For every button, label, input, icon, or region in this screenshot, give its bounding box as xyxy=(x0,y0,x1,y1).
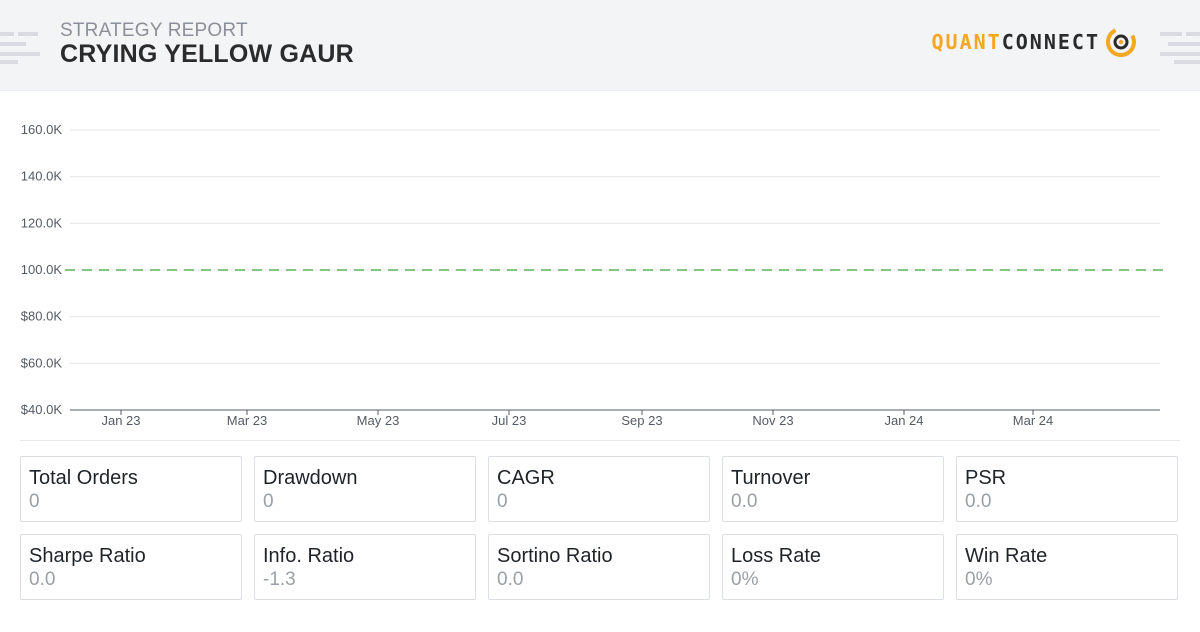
y-tick-label: $40.0K xyxy=(21,402,63,417)
metric-card: Win Rate 0% xyxy=(956,534,1178,600)
metric-card: Total Orders 0 xyxy=(20,456,242,522)
metric-label: Drawdown xyxy=(263,467,358,489)
y-tick-label: 140.0K xyxy=(21,169,63,184)
quantconnect-logo: QUANT CONNECT xyxy=(931,24,1138,60)
x-tick-label: Nov 23 xyxy=(752,413,793,428)
metric-label: Loss Rate xyxy=(731,545,822,567)
metric-value: 0 xyxy=(29,491,40,512)
x-tick-label: Jan 24 xyxy=(884,413,923,428)
metric-card: Info. Ratio -1.3 xyxy=(254,534,476,600)
metric-value: 0.0 xyxy=(965,491,992,512)
x-tick-label: Mar 24 xyxy=(1013,413,1053,428)
metric-label: Total Orders xyxy=(29,467,138,489)
x-tick-label: Jan 23 xyxy=(101,413,140,428)
metric-card: Sortino Ratio 0.0 xyxy=(488,534,710,600)
y-tick-label: 100.0K xyxy=(21,262,63,277)
metric-label: Sortino Ratio xyxy=(497,545,613,567)
metric-card: Turnover 0.0 xyxy=(722,456,944,522)
equity-chart: $40.0K $60.0K $80.0K 100.0K 120.0K 140.0K 160.… xyxy=(0,95,1200,440)
report-subtitle: STRATEGY REPORT xyxy=(60,20,248,41)
logo-text-connect: CONNECT xyxy=(1001,30,1100,54)
metric-value: 0% xyxy=(731,569,759,590)
x-tick-label: Mar 23 xyxy=(227,413,267,428)
section-divider xyxy=(20,440,1180,441)
x-tick-label: Sep 23 xyxy=(621,413,662,428)
metric-value: 0% xyxy=(965,569,993,590)
metric-label: Sharpe Ratio xyxy=(29,545,146,567)
y-tick-label: 160.0K xyxy=(21,122,63,137)
metric-value: 0.0 xyxy=(497,569,524,590)
metric-card: Sharpe Ratio 0.0 xyxy=(20,534,242,600)
metric-value: 0.0 xyxy=(731,491,758,512)
metric-label: Turnover xyxy=(731,467,811,489)
metric-label: Info. Ratio xyxy=(263,545,355,567)
x-tick-label: Jul 23 xyxy=(492,413,527,428)
metric-card: PSR 0.0 xyxy=(956,456,1178,522)
metric-value: 0 xyxy=(263,491,274,512)
y-tick-label: $80.0K xyxy=(21,309,63,324)
metric-card: Loss Rate 0% xyxy=(722,534,944,600)
strategy-name: CRYING YELLOW GAUR xyxy=(60,40,354,68)
metric-value: -1.3 xyxy=(263,569,296,590)
x-tick-label: May 23 xyxy=(357,413,400,428)
metric-value: 0 xyxy=(497,491,508,512)
metric-label: PSR xyxy=(965,467,1007,489)
metric-value: 0.0 xyxy=(29,569,56,590)
logo-mark-icon xyxy=(1106,27,1136,57)
y-tick-label: 120.0K xyxy=(21,215,63,230)
metric-card: CAGR 0 xyxy=(488,456,710,522)
report-header: STRATEGY REPORT CRYING YELLOW GAUR QUANT… xyxy=(0,0,1200,91)
metric-card: Drawdown 0 xyxy=(254,456,476,522)
metric-label: Win Rate xyxy=(965,545,1048,567)
y-tick-label: $60.0K xyxy=(21,355,63,370)
logo-text-quant: QUANT xyxy=(931,30,1002,54)
metric-label: CAGR xyxy=(497,467,555,489)
equity-chart-svg: $40.0K $60.0K $80.0K 100.0K 120.0K 140.0K 160.… xyxy=(21,122,1165,428)
